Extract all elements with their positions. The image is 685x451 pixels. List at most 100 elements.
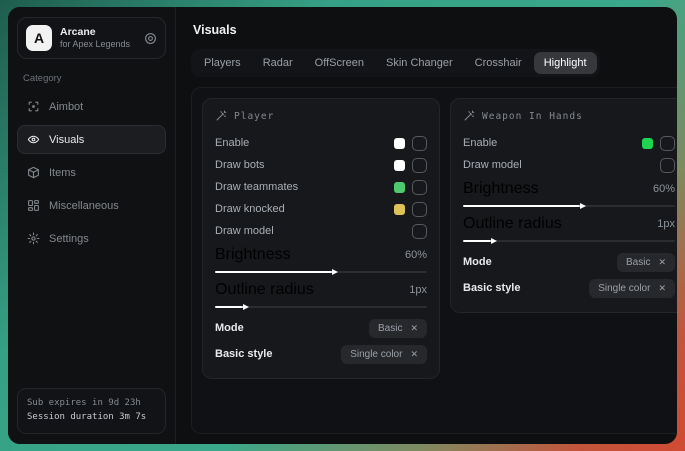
gear-icon bbox=[26, 232, 40, 245]
brand-card: A Arcane for Apex Legends bbox=[17, 17, 166, 59]
checkbox[interactable] bbox=[660, 136, 675, 151]
checkbox[interactable] bbox=[412, 180, 427, 195]
app-window: A Arcane for Apex Legends Category Aimbo… bbox=[8, 7, 677, 444]
sidebar-item-settings[interactable]: Settings bbox=[17, 224, 166, 253]
tab-skin-changer[interactable]: Skin Changer bbox=[376, 52, 463, 74]
close-icon[interactable]: ✕ bbox=[658, 257, 666, 268]
tab-radar[interactable]: Radar bbox=[253, 52, 303, 74]
crosshair-icon bbox=[26, 100, 40, 113]
sidebar-nav: Aimbot Visuals Items Miscellaneous Setti… bbox=[17, 92, 166, 253]
slider-label: Brightness bbox=[215, 246, 291, 264]
app-logo: A bbox=[26, 25, 52, 51]
slider-track[interactable] bbox=[215, 306, 427, 308]
color-swatch[interactable] bbox=[394, 204, 405, 215]
select-chip[interactable]: Single color ✕ bbox=[589, 279, 675, 298]
toggle-row: Draw teammates bbox=[215, 176, 427, 198]
settings-panel: Player Enable Draw bots Draw teammates D… bbox=[202, 98, 440, 379]
slider-row: Brightness 60% bbox=[215, 245, 427, 273]
color-swatch[interactable] bbox=[394, 160, 405, 171]
desktop-background: A Arcane for Apex Legends Category Aimbo… bbox=[0, 0, 685, 451]
slider-row: Brightness 60% bbox=[463, 179, 675, 207]
sidebar-item-aimbot[interactable]: Aimbot bbox=[17, 92, 166, 121]
toggle-row: Draw model bbox=[463, 154, 675, 176]
select-label: Mode bbox=[215, 322, 244, 334]
tab-bar: PlayersRadarOffScreenSkin ChangerCrossha… bbox=[191, 49, 600, 77]
slider-fill[interactable] bbox=[463, 205, 580, 207]
slider-fill[interactable] bbox=[463, 240, 491, 242]
slider-fill[interactable] bbox=[215, 306, 243, 308]
disc-icon[interactable] bbox=[144, 32, 157, 45]
session-duration-text: Session duration 3m 7s bbox=[27, 411, 156, 425]
sidebar-item-label: Items bbox=[49, 167, 76, 179]
sidebar-item-visuals[interactable]: Visuals bbox=[17, 125, 166, 154]
toggle-label: Draw teammates bbox=[215, 181, 298, 193]
subscription-card: Sub expires in 9d 23h Session duration 3… bbox=[17, 388, 166, 434]
main-area: Visuals PlayersRadarOffScreenSkin Change… bbox=[176, 7, 677, 444]
close-icon[interactable]: ✕ bbox=[410, 349, 418, 360]
slider-value: 60% bbox=[653, 183, 675, 195]
toggle-row: Draw bots bbox=[215, 154, 427, 176]
slider-value: 1px bbox=[657, 218, 675, 230]
sidebar-item-label: Miscellaneous bbox=[49, 200, 119, 212]
dashboard-icon bbox=[26, 199, 40, 212]
select-label: Basic style bbox=[215, 348, 272, 360]
select-chip[interactable]: Basic ✕ bbox=[617, 253, 675, 272]
app-subtitle: for Apex Legends bbox=[60, 39, 136, 50]
sidebar-item-label: Aimbot bbox=[49, 101, 83, 113]
slider-track[interactable] bbox=[463, 240, 675, 242]
category-label: Category bbox=[23, 73, 166, 84]
toggle-row: Draw model bbox=[215, 220, 427, 242]
slider-track[interactable] bbox=[463, 205, 675, 207]
close-icon[interactable]: ✕ bbox=[658, 283, 666, 294]
slider-label: Outline radius bbox=[215, 281, 314, 299]
select-label: Basic style bbox=[463, 282, 520, 294]
toggle-label: Draw model bbox=[463, 159, 522, 171]
toggle-label: Draw knocked bbox=[215, 203, 285, 215]
slider-fill[interactable] bbox=[215, 271, 332, 273]
eye-icon bbox=[26, 133, 40, 146]
sidebar-item-items[interactable]: Items bbox=[17, 158, 166, 187]
toggle-label: Enable bbox=[215, 137, 249, 149]
sidebar: A Arcane for Apex Legends Category Aimbo… bbox=[8, 7, 176, 444]
checkbox[interactable] bbox=[412, 158, 427, 173]
toggle-row: Enable bbox=[463, 132, 675, 154]
wand-icon bbox=[215, 110, 227, 122]
checkbox[interactable] bbox=[412, 224, 427, 239]
box-icon bbox=[26, 166, 40, 179]
select-label: Mode bbox=[463, 256, 492, 268]
select-row: Mode Basic ✕ bbox=[463, 249, 675, 275]
sub-expiry-text: Sub expires in 9d 23h bbox=[27, 397, 156, 411]
toggle-label: Draw model bbox=[215, 225, 274, 237]
tab-crosshair[interactable]: Crosshair bbox=[465, 52, 532, 74]
close-icon[interactable]: ✕ bbox=[410, 323, 418, 334]
tab-highlight[interactable]: Highlight bbox=[534, 52, 597, 74]
wand-icon bbox=[463, 110, 475, 122]
settings-panel: Weapon In Hands Enable Draw model Bright… bbox=[450, 98, 677, 313]
slider-row: Outline radius 1px bbox=[463, 214, 675, 242]
checkbox[interactable] bbox=[412, 202, 427, 217]
checkbox[interactable] bbox=[660, 158, 675, 173]
sidebar-item-label: Settings bbox=[49, 233, 89, 245]
slider-value: 60% bbox=[405, 249, 427, 261]
color-swatch[interactable] bbox=[394, 182, 405, 193]
select-row: Basic style Single color ✕ bbox=[215, 341, 427, 367]
select-row: Mode Basic ✕ bbox=[215, 315, 427, 341]
toggle-label: Enable bbox=[463, 137, 497, 149]
sidebar-item-label: Visuals bbox=[49, 134, 84, 146]
checkbox[interactable] bbox=[412, 136, 427, 151]
color-swatch[interactable] bbox=[394, 138, 405, 149]
color-swatch[interactable] bbox=[642, 138, 653, 149]
select-chip[interactable]: Basic ✕ bbox=[369, 319, 427, 338]
select-chip[interactable]: Single color ✕ bbox=[341, 345, 427, 364]
tab-offscreen[interactable]: OffScreen bbox=[305, 52, 374, 74]
toggle-row: Draw knocked bbox=[215, 198, 427, 220]
toggle-label: Draw bots bbox=[215, 159, 265, 171]
app-name: Arcane bbox=[60, 26, 136, 39]
slider-row: Outline radius 1px bbox=[215, 280, 427, 308]
tab-players[interactable]: Players bbox=[194, 52, 251, 74]
toggle-row: Enable bbox=[215, 132, 427, 154]
slider-track[interactable] bbox=[215, 271, 427, 273]
slider-value: 1px bbox=[409, 284, 427, 296]
sidebar-item-miscellaneous[interactable]: Miscellaneous bbox=[17, 191, 166, 220]
panels-container: Player Enable Draw bots Draw teammates D… bbox=[191, 87, 677, 434]
